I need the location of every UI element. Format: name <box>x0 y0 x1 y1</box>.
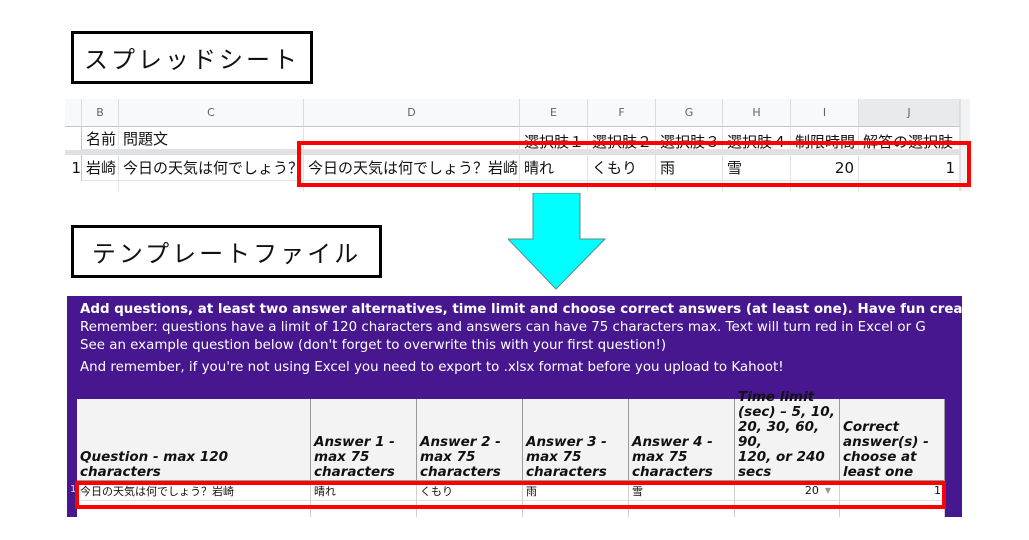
cell-question[interactable]: 今日の天気は何でしょう？ <box>119 155 304 181</box>
column-header-j[interactable]: J <box>859 99 960 127</box>
header-text: Question - max 120 characters <box>80 449 229 480</box>
instruction-line: Add questions, at least two answer alter… <box>80 302 962 317</box>
row-header-corner[interactable] <box>65 99 82 127</box>
header-text: Answer 2 - <box>420 434 501 450</box>
header-answer-3[interactable]: Answer 3 - max 75 characters <box>523 399 629 481</box>
header-text: characters <box>420 464 501 480</box>
header-answer-4[interactable]: Answer 4 - max 75 characters <box>629 399 735 481</box>
header-text: characters <box>526 464 607 480</box>
instruction-line: And remember, if you're not using Excel … <box>80 360 784 375</box>
header-text: max 75 <box>526 449 582 465</box>
header-text: (sec) – 5, 10, <box>738 404 835 420</box>
header-text: characters <box>314 464 395 480</box>
highlight-box-template <box>75 481 946 509</box>
cell-name-header[interactable]: 名前 <box>82 127 119 150</box>
header-time-limit[interactable]: Time limit (sec) – 5, 10, 20, 30, 60, 90… <box>735 390 840 481</box>
header-text: Time limit <box>738 389 815 405</box>
row-header[interactable] <box>65 127 82 150</box>
header-text: Answer 1 - <box>314 434 395 450</box>
header-text: choose at <box>843 449 917 465</box>
empty-cell[interactable] <box>119 181 304 191</box>
header-answer-1[interactable]: Answer 1 - max 75 characters <box>311 399 417 481</box>
spreadsheet-label: スプレッドシート <box>71 31 313 84</box>
header-answer-2[interactable]: Answer 2 - max 75 characters <box>417 399 523 481</box>
header-text: answer(s) - <box>843 434 929 450</box>
cell-question-header[interactable]: 問題文 <box>119 127 304 150</box>
header-text: 20, 30, 60, 90, <box>738 419 820 450</box>
header-text: Answer 4 - <box>632 434 713 450</box>
header-correct-answer[interactable]: Correct answer(s) - choose at least one <box>840 399 945 481</box>
column-header-g[interactable]: G <box>656 99 723 127</box>
column-header-f[interactable]: F <box>588 99 656 127</box>
column-header-e[interactable]: E <box>520 99 588 127</box>
header-text: Answer 3 - <box>526 434 607 450</box>
arrow-down-icon <box>508 193 607 290</box>
header-text: max 75 <box>420 449 476 465</box>
header-question[interactable]: Question - max 120 characters <box>77 399 311 481</box>
header-text: characters <box>632 464 713 480</box>
instruction-line: Remember: questions have a limit of 120 … <box>80 320 926 335</box>
highlight-box-spreadsheet <box>297 141 971 187</box>
header-text: 120, or 240 <box>738 449 825 465</box>
column-header-c[interactable]: C <box>119 99 304 127</box>
header-text: Correct <box>843 419 900 435</box>
template-file-label: テンプレートファイル <box>71 225 382 278</box>
cell-name[interactable]: 岩崎 <box>82 155 119 181</box>
header-text: max 75 <box>632 449 688 465</box>
row-number[interactable]: 1 <box>65 155 82 181</box>
header-text: max 75 <box>314 449 370 465</box>
column-header-d[interactable]: D <box>304 99 520 127</box>
header-text: secs <box>738 464 772 480</box>
instruction-line: See an example question below (don't for… <box>80 338 667 353</box>
column-header-h[interactable]: H <box>723 99 791 127</box>
empty-cell[interactable] <box>82 181 119 191</box>
header-text: least one <box>843 464 914 480</box>
column-header-i[interactable]: I <box>791 99 859 127</box>
column-header-b[interactable]: B <box>82 99 119 127</box>
